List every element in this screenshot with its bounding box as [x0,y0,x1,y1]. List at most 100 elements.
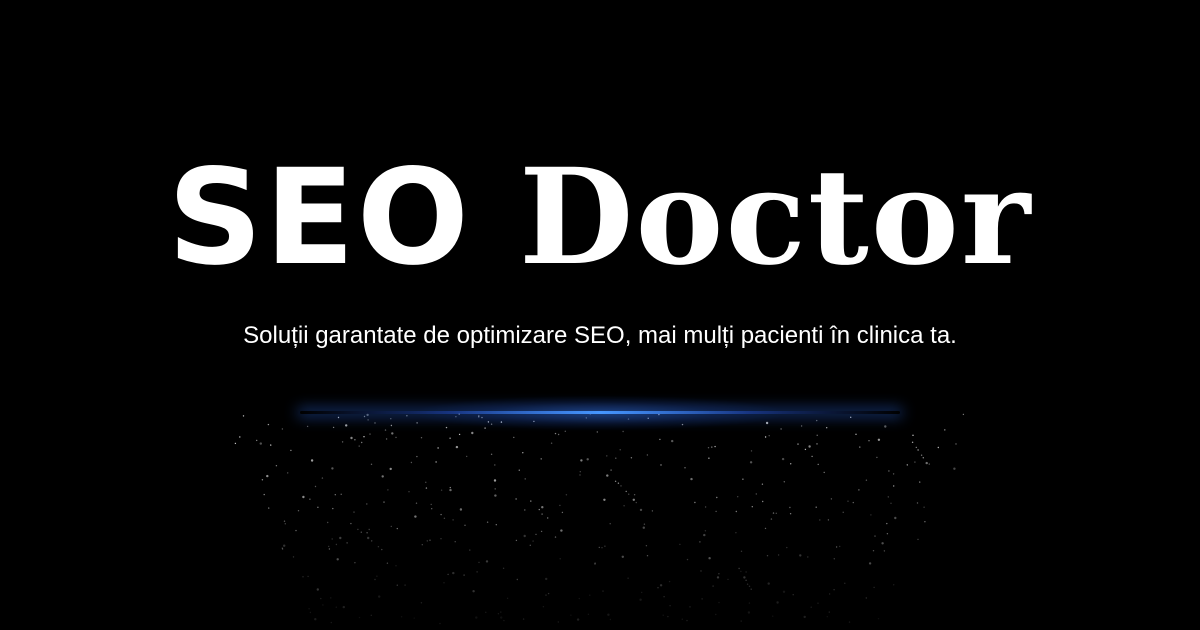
star-dot [881,542,884,545]
star-dot [768,435,770,437]
star-dot [371,540,373,542]
star-dot [421,544,423,546]
star-dot [761,483,764,485]
star-dot [452,571,455,575]
star-dot [852,501,854,504]
star-dot [718,573,720,575]
star-dot [777,554,780,556]
star-dot [876,456,878,459]
star-dot [928,463,930,465]
star-dot [920,454,923,456]
star-dot [425,487,428,489]
star-dot [740,550,743,552]
star-dot [775,512,777,514]
star-dot [435,461,437,463]
star-dot [886,522,888,525]
star-dot [386,562,389,564]
star-dot [471,431,474,435]
star-dot [500,611,502,613]
star-dot [413,617,415,619]
star-dot [743,576,746,579]
star-dot [746,583,749,585]
star-dot [594,563,596,565]
star-dot [659,438,661,441]
star-dot [350,436,353,440]
star-dot [390,418,392,420]
star-dot [283,520,286,522]
star-dot [242,415,245,417]
star-dot [659,584,663,587]
title-doctor: Doctor [518,140,1033,295]
star-dot [887,496,889,498]
star-dot [870,514,872,516]
star-dot [912,434,914,436]
star-dot [302,576,304,578]
star-dot [751,506,753,508]
star-dot [937,446,939,449]
star-dot [604,545,606,547]
star-dot [469,549,471,551]
star-dot [890,502,892,504]
star-dot [817,602,819,604]
star-dot [770,518,773,520]
star-dot [400,616,403,618]
star-dot [500,616,503,619]
star-dot [357,528,359,531]
star-dot [332,426,335,429]
star-dot [646,555,649,557]
star-dot [579,471,581,473]
star-dot [750,450,753,452]
star-dot [463,574,465,576]
star-dot [554,432,557,435]
star-dot [378,595,381,598]
star-dot [345,424,348,427]
star-dot [430,503,432,506]
star-dot [586,458,589,461]
title-seo: SEO [167,141,519,295]
star-dot [606,455,608,457]
star-dot [810,606,812,608]
star-dot [256,439,258,442]
star-dot [486,521,489,523]
star-dot [776,601,779,604]
star-dot [916,502,919,504]
star-dot [420,437,423,439]
star-dot [701,598,703,600]
star-dot [494,464,496,466]
star-dot [494,488,496,490]
star-dot [646,454,649,456]
star-dot [385,438,388,440]
star-dot [847,500,849,502]
star-dot [833,589,835,591]
star-dot [686,619,688,622]
star-dot [545,594,547,596]
star-dot [370,463,373,465]
star-dot [384,429,387,431]
star-dot [797,443,799,445]
star-dot [396,527,398,530]
star-dot [735,510,737,513]
star-dot [609,523,611,525]
star-dot [704,506,707,508]
star-dot [502,567,505,569]
star-dot [454,541,456,543]
star-dot [844,582,846,584]
star-dot [924,521,926,523]
star-dot [440,513,442,516]
star-dot [835,546,838,548]
star-dot [376,575,378,577]
star-dot [547,517,549,519]
star-dot [540,458,542,460]
star-dot [541,506,544,509]
star-dot [449,437,451,439]
star-dot [833,558,835,560]
star-dot [523,534,526,538]
star-dot [917,538,919,541]
star-dot [550,442,553,444]
star-dot [310,459,314,462]
star-dot [336,558,339,561]
star-dot [740,620,742,622]
star-dot [755,493,757,495]
star-dot [416,422,418,424]
star-dot [708,557,711,560]
